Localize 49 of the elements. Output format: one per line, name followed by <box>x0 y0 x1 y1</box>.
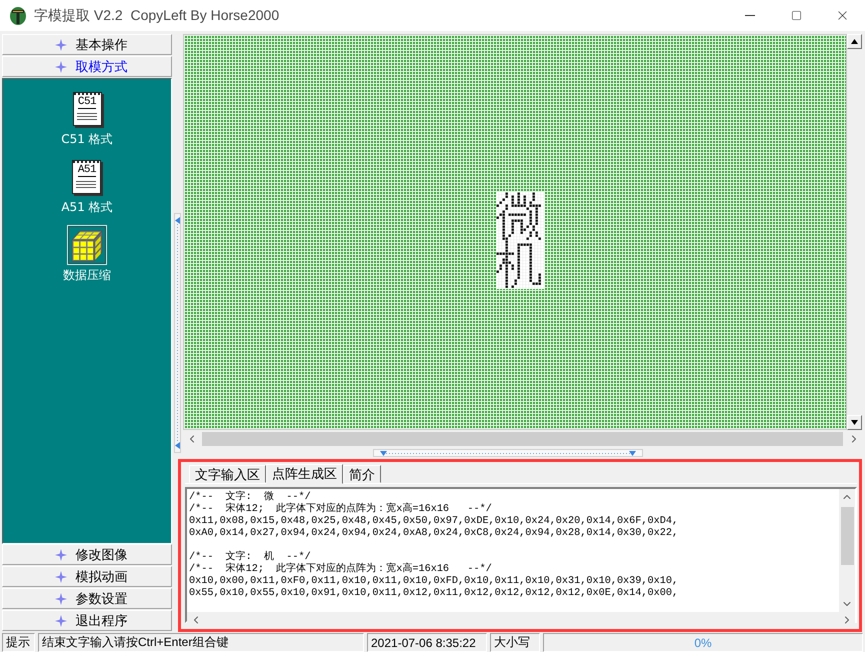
plus-icon <box>54 570 66 582</box>
hex-data-line: 0xA0,0x14,0x27,0x94,0x24,0x94,0x24,0xA8,0x24,0xC8,0x24,0x94,0x28,0x14,0x30,0x22, <box>189 528 680 540</box>
sidebar-group-button[interactable]: 退出程序 <box>2 610 172 631</box>
sidebar-group-button[interactable]: 模拟动画 <box>2 566 172 587</box>
tool-item[interactable]: C51 C51 格式 <box>61 89 113 148</box>
scroll-thumb[interactable] <box>840 507 854 565</box>
plus-icon <box>54 38 66 50</box>
scroll-down-button[interactable] <box>847 415 862 430</box>
app-logo-icon <box>9 6 27 26</box>
hex-data-line: 0x11,0x08,0x15,0x48,0x25,0x48,0x45,0x50,0x97,0xDE,0x10,0x24,0x20,0x14,0x6F,0xD4, <box>189 516 680 528</box>
code-comment: /*-- 宋体12; 此字体下对应的点阵为：宽x高=16x16 --*/ <box>189 504 493 516</box>
sidebar-group-button[interactable]: 取模方式 <box>2 56 172 77</box>
sidebar-group-button[interactable]: 修改图像 <box>2 544 172 565</box>
scroll-thumb[interactable] <box>202 432 843 446</box>
notepad-title: C51 <box>78 97 96 109</box>
hex-data-line: 0x10,0x00,0x11,0xF0,0x11,0x10,0x11,0x10,0xFD,0x10,0x11,0x10,0x31,0x10,0x39,0x10, <box>189 576 680 588</box>
code-comment: /*-- 宋体12; 此字体下对应的点阵为：宽x高=16x16 --*/ <box>189 564 493 576</box>
plus-icon <box>54 548 66 560</box>
status-message: 结束文字输入请按Ctrl+Enter组合键 <box>38 633 364 652</box>
code-comment: /*-- 文字: 机 --*/ <box>189 552 312 563</box>
triangle-down-icon <box>628 450 636 456</box>
tab[interactable]: 文字输入区 <box>189 465 266 483</box>
plus-icon <box>54 614 66 626</box>
caps-lock-indicator: 大小写 <box>490 633 540 652</box>
date-time-label: 2021-07-06 8:35:22 <box>367 633 487 652</box>
plus-icon <box>54 592 66 604</box>
tab[interactable]: 简介 <box>343 465 381 483</box>
plus-icon <box>54 60 66 72</box>
minimize-icon <box>745 15 755 16</box>
tool-item[interactable]: A51 A51 格式 <box>61 157 113 216</box>
triangle-down-icon <box>380 450 386 456</box>
cube-icon <box>70 228 104 262</box>
notepad-title: A51 <box>78 165 96 177</box>
triangle-left-icon <box>175 442 180 449</box>
progress-label: 0% <box>543 633 863 652</box>
splitter-handle[interactable] <box>174 213 181 453</box>
maximize-icon <box>790 10 802 21</box>
tab[interactable]: 点阵生成区 <box>266 464 343 484</box>
scroll-up-button[interactable] <box>847 34 862 49</box>
hint-label: 提示 <box>2 633 35 652</box>
triangle-down-icon <box>851 420 858 425</box>
sidebar-group-button[interactable]: 基本操作 <box>2 34 172 55</box>
splitter-handle[interactable] <box>372 449 642 457</box>
triangle-up-icon <box>851 39 858 44</box>
sidebar-group-button[interactable]: 参数设置 <box>2 588 172 609</box>
code-comment: /*-- 文字: 微 --*/ <box>189 492 312 503</box>
window-title: 字模提取 V2.2 CopyLeft By Horse2000 <box>34 6 280 24</box>
triangle-left-icon <box>175 217 180 224</box>
hex-data-line: 0x55,0x10,0x55,0x10,0x91,0x10,0x11,0x12,0x11,0x12,0x12,0x12,0x12,0x0E,0x14,0x00, <box>189 588 680 600</box>
